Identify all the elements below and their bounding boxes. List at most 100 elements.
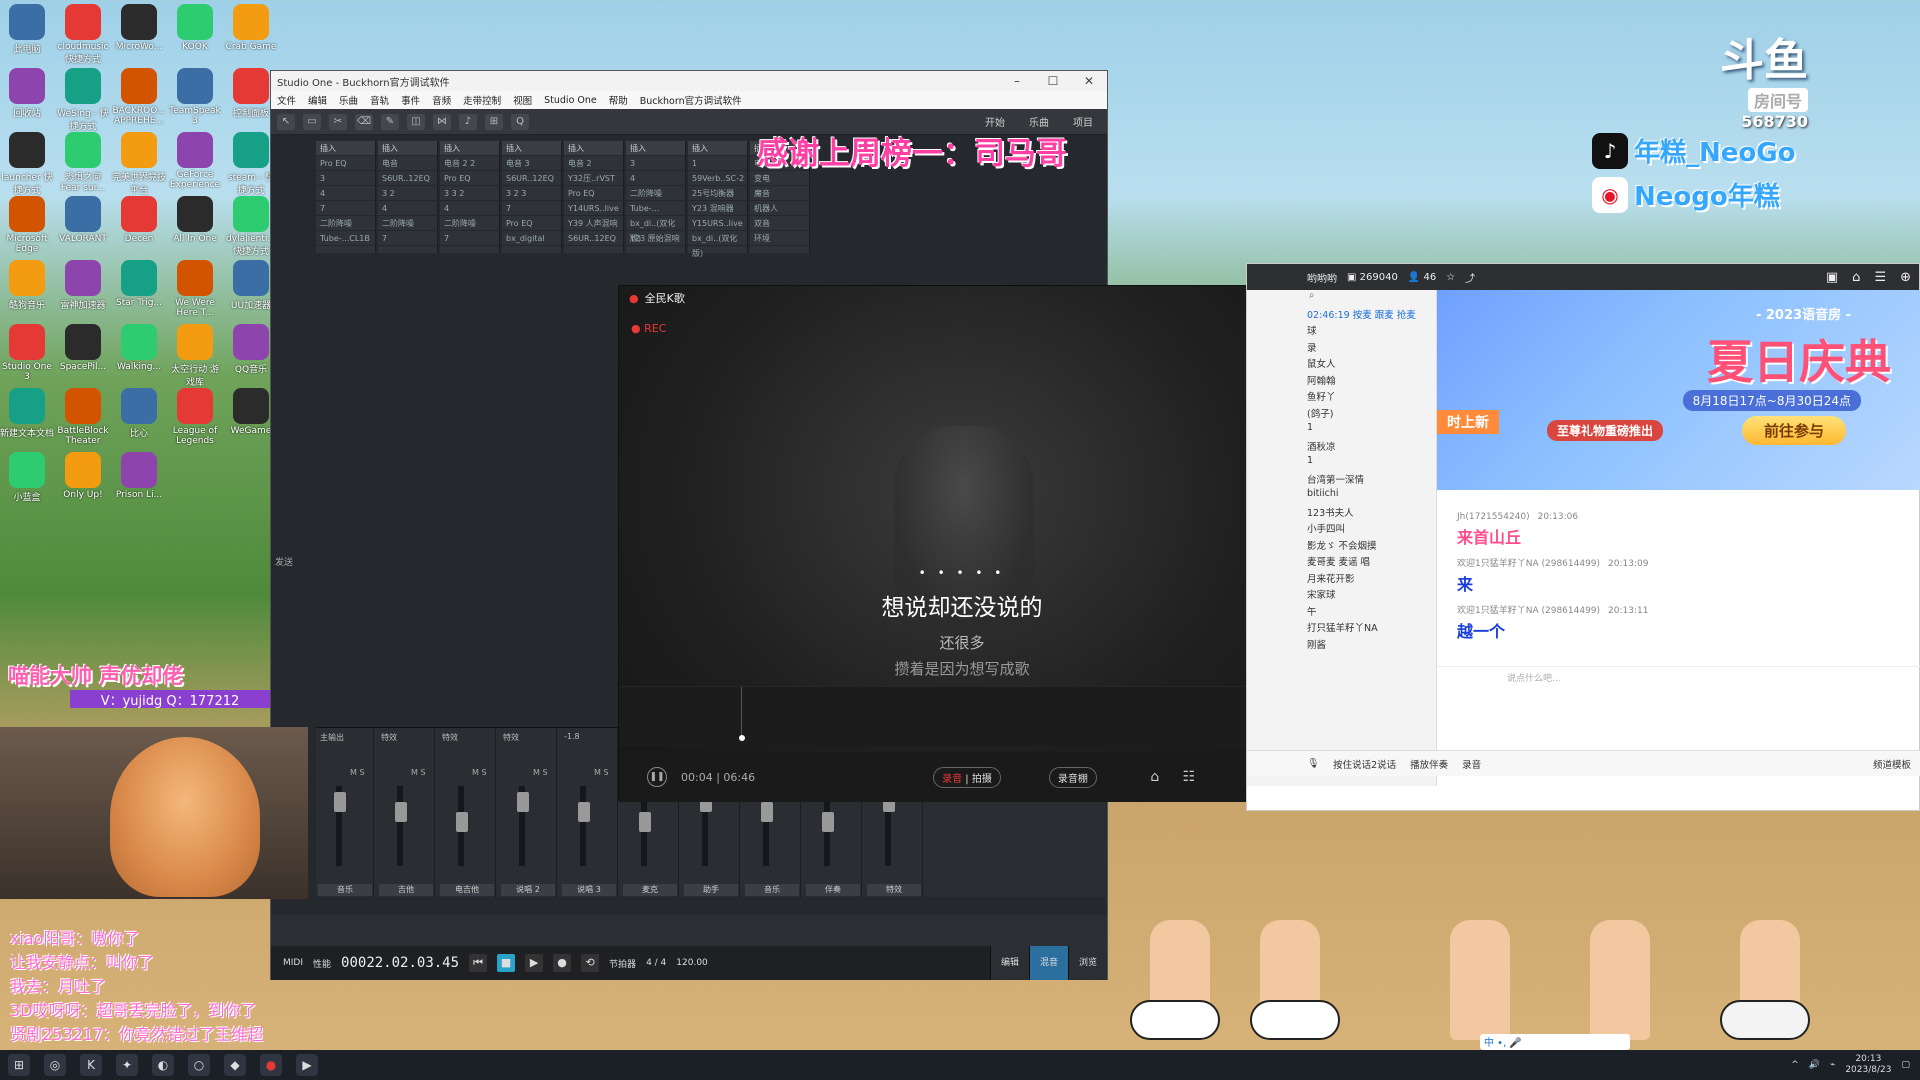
insert-slot[interactable]: 电音 3	[502, 156, 561, 171]
insert-slot[interactable]: S6UR..12EQ	[502, 171, 561, 186]
metronome-label[interactable]: 节拍器	[609, 957, 636, 970]
user-list-item[interactable]: 月来花开影	[1247, 571, 1436, 588]
fader-handle[interactable]	[578, 802, 590, 822]
insert-header[interactable]: 插入	[502, 141, 561, 156]
game-icon[interactable]: ◆	[224, 1054, 246, 1076]
karaoke-window[interactable]: ● 全民K歌 – ✕ ● REC • • • • • 想说却还没说的 还很多 攒…	[618, 285, 1305, 802]
desktop-icon[interactable]: Decen	[112, 194, 166, 258]
user-list-item[interactable]: 麦哥麦 麦谣 唱	[1247, 554, 1436, 571]
channel-name[interactable]: 电吉他	[440, 884, 494, 896]
studio-one-titlebar[interactable]: Studio One - Buckhorn官方调试软件 – ☐ ✕	[271, 71, 1107, 91]
menu-item[interactable]: 音轨	[370, 93, 389, 107]
insert-strip[interactable]: 插入 电音 3 S6UR..12EQ 3 2 3 7 Pro EQ bx_digital	[502, 141, 562, 253]
desktop-icon[interactable]: Walking...	[112, 322, 166, 386]
insert-slot[interactable]: 二阶降噪	[440, 216, 499, 231]
desktop-icon[interactable]: All In One	[168, 194, 222, 258]
snap-icon[interactable]: ⊞	[485, 113, 503, 130]
insert-slot[interactable]: 4	[626, 171, 685, 186]
desktop-icon[interactable]: Microsoft Edge	[0, 194, 54, 258]
insert-slot[interactable]: 双音	[750, 216, 809, 231]
desktop-icon[interactable]: VALORANT	[56, 194, 110, 258]
user-list-item[interactable]: 123书夫人	[1247, 505, 1436, 522]
mode-toggle[interactable]: 录音 | 拍摄	[933, 766, 1001, 788]
close-icon[interactable]: ✕	[1071, 74, 1107, 88]
tempo-value[interactable]: 120.00	[676, 958, 708, 968]
home-icon[interactable]: ⌂	[1852, 270, 1860, 285]
user-list-item[interactable]: 打只猛羊籽丫NA	[1247, 620, 1436, 637]
desktop-icon[interactable]: Prison Li...	[112, 450, 166, 514]
volume-icon[interactable]: 🔊	[1809, 1060, 1820, 1070]
insert-slot[interactable]: 3	[316, 171, 375, 186]
user-list-item[interactable]: 影龙ゞ 不会烟摸	[1247, 538, 1436, 555]
menu-item[interactable]: 视图	[513, 93, 532, 107]
menu-item[interactable]: 音频	[432, 93, 451, 107]
record-button[interactable]: ●	[553, 954, 572, 972]
time-signature[interactable]: 4 / 4	[646, 958, 666, 968]
user-list-item[interactable]: 1	[1247, 455, 1436, 472]
channel-name[interactable]: 特效	[867, 884, 921, 896]
mute-tool-icon[interactable]: ◫	[407, 113, 425, 130]
fader-handle[interactable]	[395, 802, 407, 822]
menu-item[interactable]: 乐曲	[339, 93, 358, 107]
insert-slot[interactable]: 59Verb..SC-2	[688, 171, 747, 186]
camera-icon[interactable]: ⌂	[1145, 769, 1165, 785]
maximize-icon[interactable]: ☐	[1035, 74, 1071, 88]
gamepad-icon[interactable]: ⊕	[1900, 270, 1911, 285]
mute-solo-buttons[interactable]: M S	[411, 768, 426, 777]
desktop-icon[interactable]: 新建文本文档	[0, 386, 54, 450]
insert-slot[interactable]: Y23 原始混响	[626, 231, 685, 246]
desktop-icon[interactable]: SpacePil...	[56, 322, 110, 386]
mixer-channel[interactable]: 特效 M S 说唱 2	[499, 728, 557, 898]
chat-user[interactable]: 欢迎1只猛羊籽丫NA (298614499)	[1457, 606, 1600, 616]
bend-tool-icon[interactable]: ⋈	[433, 113, 451, 130]
desktop-icon[interactable]: 酷狗音乐	[0, 258, 54, 322]
user-list-item[interactable]: 小手四叫	[1247, 521, 1436, 538]
insert-slot[interactable]: S6UR..12EQ	[564, 231, 623, 246]
desktop-icon[interactable]: League of Legends	[168, 386, 222, 450]
channel-name[interactable]: 说唱 3	[562, 884, 616, 896]
search-icon[interactable]: ⌕	[1247, 290, 1436, 307]
screen-icon[interactable]: ▣	[1826, 270, 1838, 285]
channel-name[interactable]: 伴奏	[806, 884, 860, 896]
insert-strip[interactable]: 插入 电音 2 2 Pro EQ 3 3 2 4 二阶降噪 7	[440, 141, 500, 253]
share-icon[interactable]: ⤴	[1465, 270, 1475, 285]
play-button[interactable]: ▶	[525, 954, 544, 972]
insert-slot[interactable]: 3 2	[378, 186, 437, 201]
desktop-icon[interactable]: Star Trig...	[112, 258, 166, 322]
insert-slot[interactable]: Y32压..rVST	[564, 171, 623, 186]
pencil-tool-icon[interactable]: ✎	[381, 113, 399, 130]
desktop-icon[interactable]: 完美世界竞技平台	[112, 130, 166, 196]
app-icon[interactable]: ▶	[296, 1054, 318, 1076]
chevron-up-icon[interactable]: ^	[1791, 1060, 1799, 1070]
user-list-item[interactable]: 球	[1247, 323, 1436, 340]
menu-item[interactable]: Studio One	[544, 95, 597, 106]
channel-name[interactable]: 音乐	[318, 884, 372, 896]
studio-one-icon[interactable]: ✦	[116, 1054, 138, 1076]
loop-button[interactable]: ⟲	[581, 954, 600, 972]
insert-slot[interactable]: 二阶降噪	[626, 186, 685, 201]
quantize-icon[interactable]: Q	[511, 113, 529, 130]
mixer-channel[interactable]: 特效 M S 吉他	[377, 728, 435, 898]
insert-slot[interactable]: Pro EQ	[440, 171, 499, 186]
fader-handle[interactable]	[822, 812, 834, 832]
mute-solo-buttons[interactable]: M S	[533, 768, 548, 777]
desktop-icon[interactable]: WeSing - 快捷方式	[56, 66, 110, 132]
desktop-icon[interactable]: 雷神加速器	[56, 258, 110, 322]
insert-header[interactable]: 插入	[564, 141, 623, 156]
desktop-icon[interactable]: Studio One 3	[0, 322, 54, 386]
notification-icon[interactable]: ▢	[1901, 1060, 1910, 1070]
insert-header[interactable]: 插入	[440, 141, 499, 156]
tab-browse[interactable]: 浏览	[1067, 946, 1107, 980]
insert-slot[interactable]: 4	[440, 201, 499, 216]
karaoke-titlebar[interactable]: ● 全民K歌 – ✕	[619, 286, 1303, 310]
insert-slot[interactable]: 7	[440, 231, 499, 246]
menu-item[interactable]: 文件	[277, 93, 296, 107]
user-list-item[interactable]: 录	[1247, 340, 1436, 357]
banner-cta-button[interactable]: 前往参与	[1741, 416, 1846, 445]
kook-icon[interactable]: K	[80, 1054, 102, 1076]
menu-item[interactable]: Buckhorn官方调试软件	[640, 93, 742, 107]
record-audio[interactable]: 录音	[1462, 757, 1481, 771]
tab-mix[interactable]: 混音	[1028, 946, 1068, 980]
insert-slot[interactable]: 1	[688, 156, 747, 171]
chat-user[interactable]: 欢迎1只猛羊籽丫NA (298614499)	[1457, 559, 1600, 569]
